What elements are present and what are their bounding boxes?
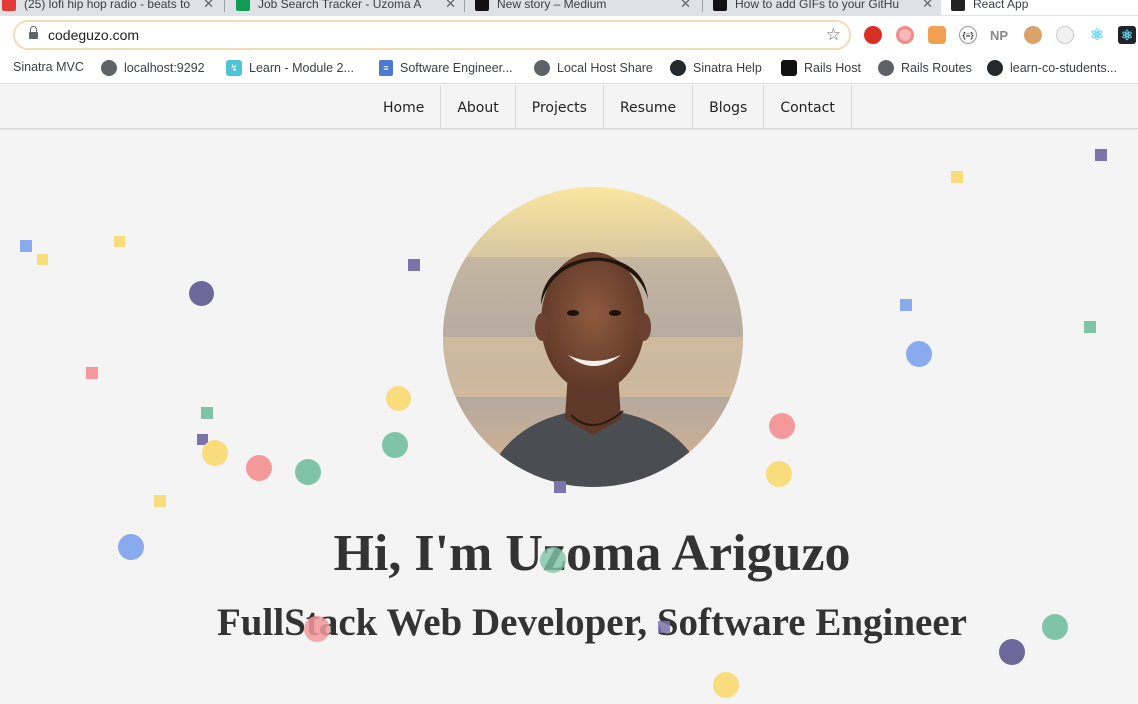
url-text[interactable]: codeguzo.com [48, 27, 139, 43]
github-icon [670, 60, 686, 76]
page-content: Home About Projects Resume Blogs Contact [0, 86, 1138, 704]
react-extension-icon[interactable]: ⚛ [1088, 26, 1106, 44]
hero-heading: Hi, I'm Uzoma Ariguzo [333, 525, 851, 582]
metamask-extension-icon[interactable] [928, 26, 946, 44]
tab-job-tracker[interactable]: Job Search Tracker - Uzoma A ✕ [236, 0, 462, 15]
json-extension-icon[interactable]: {≡} [959, 26, 977, 44]
bookmark-localhost[interactable]: localhost:9292 [101, 60, 205, 76]
bookmark-label: Learn - Module 2... [249, 61, 354, 75]
tab-lofi[interactable]: (25) lofi hip hop radio - beats to ✕ [2, 0, 220, 15]
confetti-circle [713, 672, 739, 698]
np-extension-icon[interactable]: NP [990, 26, 1008, 44]
tab-medium-new-story[interactable]: New story – Medium ✕ [475, 0, 697, 15]
bookmark-learn-module[interactable]: ↯ Learn - Module 2... [226, 60, 354, 76]
bookmark-label: learn-co-students... [1010, 61, 1117, 75]
react-devtools-extension-icon[interactable]: ⚛ [1118, 26, 1136, 44]
close-icon[interactable]: ✕ [680, 0, 691, 12]
confetti-circle [246, 455, 272, 481]
confetti-circle [906, 341, 932, 367]
confetti-square [658, 621, 670, 633]
learn-icon: ↯ [226, 60, 242, 76]
bookmark-software-engineer[interactable]: ≡ Software Engineer... [379, 60, 513, 76]
confetti-square [1084, 321, 1096, 333]
confetti-circle [540, 547, 566, 573]
confetti-square [554, 481, 566, 493]
tab-title: (25) lofi hip hop radio - beats to [24, 0, 191, 11]
tab-title: React App [973, 0, 1029, 11]
shield-extension-icon[interactable] [864, 26, 882, 44]
bookmark-label: Sinatra MVC [13, 60, 84, 74]
youtube-favicon-icon [2, 0, 16, 11]
terminal-icon [781, 60, 797, 76]
confetti-circle [189, 281, 214, 306]
confetti-circle [382, 432, 408, 458]
confetti-circle [769, 413, 795, 439]
close-icon[interactable]: ✕ [203, 0, 214, 12]
hero-subheading: FullStack Web Developer, Software Engine… [216, 601, 967, 644]
nav-list: Home About Projects Resume Blogs Contact [367, 86, 852, 129]
site-navbar: Home About Projects Resume Blogs Contact [0, 86, 1138, 129]
bookmark-local-host-share[interactable]: Local Host Share [534, 60, 653, 76]
nav-resume[interactable]: Resume [604, 86, 694, 129]
confetti-circle [766, 461, 792, 487]
lock-icon[interactable] [29, 26, 38, 40]
docs-icon: ≡ [379, 60, 393, 76]
confetti-circle [304, 616, 330, 642]
tab-title: Job Search Tracker - Uzoma A [258, 0, 422, 11]
confetti-square [20, 240, 32, 252]
browser-toolbar: codeguzo.com ☆ {≡} NP ⚛ ⚛ [0, 16, 1138, 54]
tab-medium-gifs[interactable]: How to add GIFs to your GitHu ✕ [713, 0, 939, 15]
bookmark-sinatra-mvc[interactable]: Sinatra MVC [13, 60, 84, 74]
sheets-favicon-icon [236, 0, 250, 11]
confetti-square [154, 495, 166, 507]
nav-contact[interactable]: Contact [764, 86, 852, 129]
bookmark-label: Sinatra Help [693, 61, 762, 75]
confetti-circle [386, 386, 411, 411]
confetti-square [900, 299, 912, 311]
nav-projects[interactable]: Projects [516, 86, 604, 129]
confetti-square [37, 254, 48, 265]
bear-extension-icon[interactable] [1056, 26, 1074, 44]
bookmark-sinatra-help[interactable]: Sinatra Help [670, 60, 762, 76]
confetti-circle [295, 459, 321, 485]
confetti-square [86, 367, 98, 379]
address-bar[interactable]: codeguzo.com ☆ [13, 20, 851, 50]
tab-react-app[interactable]: React App [941, 0, 1138, 15]
nav-about[interactable]: About [441, 86, 516, 129]
confetti-square [114, 236, 125, 247]
bookmark-label: Rails Host [804, 61, 861, 75]
bookmark-learn-co-students[interactable]: learn-co-students... [987, 60, 1117, 76]
nav-blogs[interactable]: Blogs [693, 86, 765, 129]
tab-title: New story – Medium [497, 0, 607, 11]
confetti-square [951, 171, 963, 183]
bookmark-rails-host[interactable]: Rails Host [781, 60, 861, 76]
bookmark-label: Software Engineer... [400, 61, 513, 75]
donut-extension-icon[interactable] [896, 26, 914, 44]
profile-photo [443, 187, 743, 487]
confetti-circle [202, 440, 228, 466]
bookmarks-bar: Sinatra MVC localhost:9292 ↯ Learn - Mod… [0, 54, 1138, 84]
tab-title: How to add GIFs to your GitHu [735, 0, 900, 11]
globe-icon [878, 60, 894, 76]
globe-icon [101, 60, 117, 76]
bookmark-rails-routes[interactable]: Rails Routes [878, 60, 972, 76]
react-favicon-icon [951, 0, 965, 11]
globe-icon [534, 60, 550, 76]
close-icon[interactable]: ✕ [445, 0, 456, 12]
bookmark-label: Local Host Share [557, 61, 653, 75]
bookmark-label: localhost:9292 [124, 61, 205, 75]
confetti-square [408, 259, 420, 271]
confetti-square [1095, 149, 1107, 161]
tab-strip: (25) lofi hip hop radio - beats to ✕ Job… [0, 0, 1138, 16]
cookie-extension-icon[interactable] [1024, 26, 1042, 44]
bookmark-star-icon[interactable]: ☆ [826, 25, 841, 45]
github-icon [987, 60, 1003, 76]
nav-home[interactable]: Home [367, 86, 442, 129]
close-icon[interactable]: ✕ [922, 0, 933, 12]
medium-favicon-icon [713, 0, 727, 11]
medium-favicon-icon [475, 0, 489, 11]
bookmark-label: Rails Routes [901, 61, 972, 75]
confetti-square [201, 407, 213, 419]
